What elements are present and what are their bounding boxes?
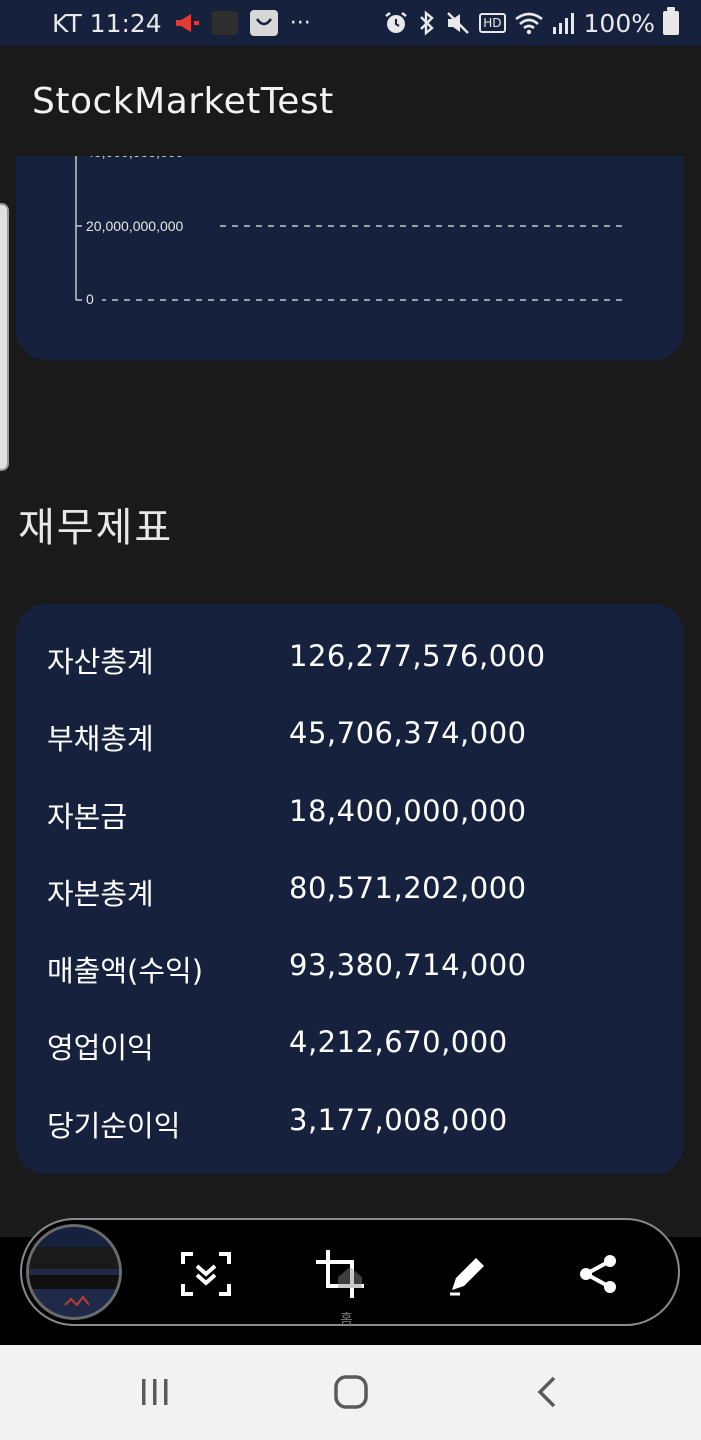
fin-label: 당기순이익 (47, 1108, 181, 1143)
home-hint-icon (338, 1267, 362, 1288)
hd-icon: HD (479, 13, 506, 33)
fin-value: 18,400,000,000 (289, 793, 527, 828)
alarm-icon (383, 10, 409, 36)
share-button[interactable] (570, 1246, 626, 1302)
fin-label: 자산총계 (47, 645, 154, 679)
app-notification-icon (211, 11, 238, 35)
app-title: StockMarketTest (32, 80, 334, 122)
app-bar: StockMarketTest (0, 46, 701, 156)
fin-value: 4,212,670,000 (289, 1025, 508, 1060)
wifi-icon (514, 11, 544, 35)
fin-label: 부채총계 (47, 722, 154, 757)
fin-label: 매출액(수익) (47, 954, 204, 989)
home-button[interactable] (326, 1367, 376, 1417)
fin-row-revenue: 매출액(수익) 93,380,714,000 (16, 940, 684, 1017)
fin-value: 45,706,374,000 (289, 716, 527, 751)
fin-row-net-income: 당기순이익 3,177,008,000 (16, 1095, 684, 1172)
financial-statement-card: 자산총계 126,277,576,000 부채총계 45,706,374,000… (16, 604, 684, 1174)
y-tick-label-zero: 0 (86, 291, 94, 307)
signal-icon (552, 11, 576, 35)
system-navigation-bar (0, 1345, 701, 1440)
draw-button[interactable] (440, 1246, 496, 1302)
fin-value: 126,277,576,000 (289, 639, 546, 673)
recent-apps-button[interactable] (130, 1367, 180, 1417)
back-icon (537, 1376, 556, 1408)
fin-row-operating-income: 영업이익 4,212,670,000 (16, 1017, 684, 1094)
fin-value: 93,380,714,000 (289, 948, 527, 983)
scroll-capture-button[interactable] (178, 1246, 234, 1302)
fin-row-capital-stock: 자본금 18,400,000,000 (16, 786, 684, 863)
home-icon (334, 1375, 368, 1409)
fin-label: 자본총계 (47, 876, 154, 911)
battery-icon (663, 7, 679, 35)
fin-row-total-liabilities: 부채총계 45,706,374,000 (16, 708, 684, 785)
mute-icon (445, 10, 471, 36)
fin-row-total-assets: 자산총계 126,277,576,000 (16, 631, 684, 708)
section-title-financials: 재무제표 (18, 505, 174, 551)
draw-icon (450, 1258, 484, 1296)
fin-value: 3,177,008,000 (289, 1102, 508, 1137)
screenshot-thumbnail[interactable] (26, 1224, 122, 1320)
fin-label: 영업이익 (47, 1031, 154, 1066)
fin-value: 80,571,202,000 (289, 870, 527, 905)
recent-apps-icon (142, 1379, 168, 1405)
megaphone-icon (174, 11, 200, 35)
shopping-bag-icon (249, 10, 278, 36)
more-notifications-icon: ··· (289, 10, 311, 36)
status-bar: KT 11:24 ··· HD 100% (0, 0, 701, 46)
carrier-time: KT 11:24 (52, 8, 162, 38)
bluetooth-icon (417, 10, 437, 36)
back-button[interactable] (522, 1367, 572, 1417)
battery-percent: 100% (583, 8, 655, 38)
home-hint-label: 홈 (340, 1312, 353, 1328)
edge-panel-handle[interactable] (0, 203, 9, 471)
y-tick-label-middle: 20,000,000,000 (86, 218, 184, 234)
scroll-capture-icon (181, 1252, 231, 1296)
share-icon (580, 1255, 616, 1293)
fin-row-total-equity: 자본총계 80,571,202,000 (16, 863, 684, 940)
fin-label: 자본금 (47, 799, 128, 834)
